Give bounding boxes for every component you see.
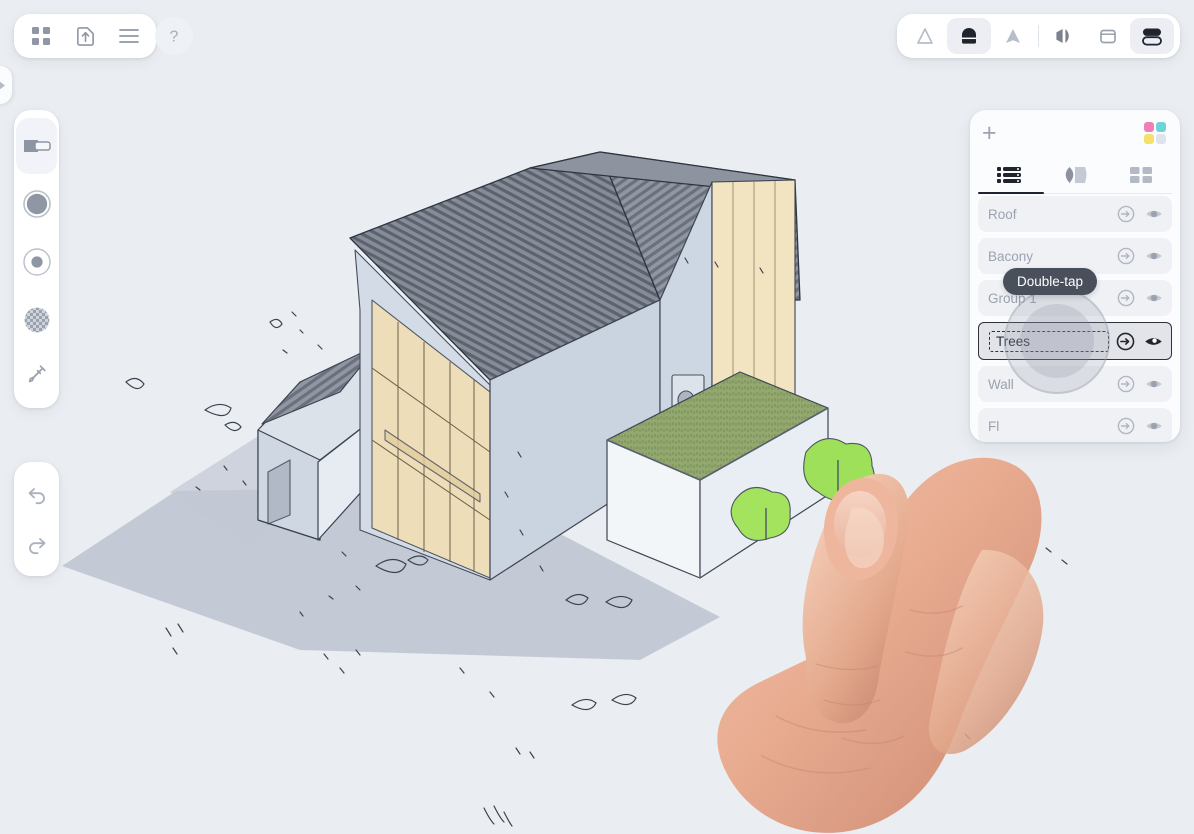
grid-icon [32, 27, 50, 45]
cone-outline-icon [917, 28, 933, 44]
tab-assets[interactable] [1108, 158, 1174, 192]
stack-icon [1142, 28, 1162, 46]
touch-ripple-indicator [1004, 288, 1110, 394]
eye-icon [1146, 380, 1162, 388]
arrow-in-circle-icon [1116, 332, 1134, 350]
sidebar-expand-tab[interactable] [0, 66, 12, 104]
svg-text:?: ? [170, 29, 179, 46]
tab-materials[interactable] [1042, 158, 1108, 192]
goto-layer-button[interactable] [1116, 246, 1136, 266]
perspective-camera-button[interactable] [903, 18, 947, 54]
redo-icon [28, 538, 45, 555]
goto-layer-button[interactable] [1116, 416, 1136, 436]
layer-row-actions [1116, 374, 1164, 394]
export-icon [76, 26, 94, 46]
chevron-right-icon [0, 81, 5, 89]
tool-color-picker[interactable] [16, 350, 57, 398]
arrow-in-circle-icon [1117, 289, 1135, 307]
undo-icon [28, 488, 45, 505]
frame-icon [1100, 29, 1116, 44]
goto-layer-button[interactable] [1115, 331, 1135, 351]
toggle-visibility-button[interactable] [1144, 288, 1164, 308]
layer-row-actions [1116, 246, 1164, 266]
tool-hardness[interactable] [16, 234, 57, 290]
eye-icon [1146, 210, 1162, 218]
eye-icon [1144, 337, 1162, 345]
layer-row[interactable]: Roof [978, 196, 1172, 232]
arrow-in-circle-icon [1117, 247, 1135, 265]
color-palette-icon[interactable] [1144, 122, 1166, 144]
goto-layer-button[interactable] [1116, 288, 1136, 308]
tool-brush[interactable] [16, 176, 57, 232]
hamburger-icon [119, 29, 139, 43]
layers-panel-tabs [970, 156, 1180, 194]
orthographic-view-button[interactable] [947, 18, 991, 54]
eye-icon [1146, 422, 1162, 430]
cone-solid-icon [1006, 29, 1020, 43]
export-button[interactable] [64, 17, 106, 55]
opacity-icon [24, 307, 49, 333]
eye-icon [1146, 294, 1162, 302]
grid4-icon [1130, 167, 1152, 183]
arrow-in-circle-icon [1117, 417, 1135, 435]
layer-row-actions [1116, 204, 1164, 224]
layer-name: Roof [988, 206, 1017, 222]
undo-button[interactable] [16, 470, 57, 518]
layer-row-actions [1116, 288, 1164, 308]
layers-panel-button[interactable] [1130, 18, 1174, 54]
mirror-icon [1056, 29, 1069, 43]
toggle-visibility-button[interactable] [1144, 246, 1164, 266]
hardness-icon [22, 248, 51, 276]
tab-active-indicator [978, 191, 1044, 194]
eye-icon [1146, 252, 1162, 260]
redo-button[interactable] [16, 520, 57, 568]
arrow-in-circle-icon [1117, 205, 1135, 223]
help-button[interactable]: ? [155, 17, 193, 55]
tab-layers[interactable] [976, 158, 1042, 192]
gallery-button[interactable] [20, 17, 62, 55]
tool-eraser[interactable] [16, 118, 57, 174]
menu-button[interactable] [108, 17, 150, 55]
toggle-visibility-button[interactable] [1144, 204, 1164, 224]
tool-rail [14, 110, 59, 408]
layers-panel-header: + [970, 110, 1180, 156]
field-of-view-button[interactable] [991, 18, 1035, 54]
history-rail [14, 462, 59, 576]
arch-solid-icon [962, 28, 976, 44]
goto-layer-button[interactable] [1116, 374, 1136, 394]
brush-dot-icon [22, 190, 51, 218]
mirror-button[interactable] [1042, 18, 1086, 54]
toolbar-divider [1038, 25, 1039, 47]
tool-opacity[interactable] [16, 292, 57, 348]
goto-layer-button[interactable] [1116, 204, 1136, 224]
question-mark-icon: ? [170, 29, 179, 46]
shapes-icon [1065, 167, 1087, 183]
toggle-visibility-button[interactable] [1144, 374, 1164, 394]
toggle-visibility-button[interactable] [1143, 331, 1163, 351]
toggle-visibility-button[interactable] [1144, 416, 1164, 436]
eraser-icon [23, 140, 51, 152]
layer-row-actions [1115, 331, 1163, 351]
layer-row[interactable]: Fl [978, 408, 1172, 442]
toolbar-top-left [14, 14, 156, 58]
toolbar-top-right [897, 14, 1180, 58]
tooltip-double-tap: Double-tap [1003, 268, 1098, 295]
eyedropper-icon [28, 365, 46, 383]
layer-name: Fl [988, 418, 1000, 434]
layer-name: Bacony [988, 248, 1034, 264]
list-icon [997, 167, 1021, 183]
app-root: ? + Roof Bacony Group 1 Trees Wall Fl Do… [0, 0, 1194, 834]
add-layer-button[interactable]: + [982, 120, 997, 146]
layer-row-actions [1116, 416, 1164, 436]
frame-button[interactable] [1086, 18, 1130, 54]
arrow-in-circle-icon [1117, 375, 1135, 393]
